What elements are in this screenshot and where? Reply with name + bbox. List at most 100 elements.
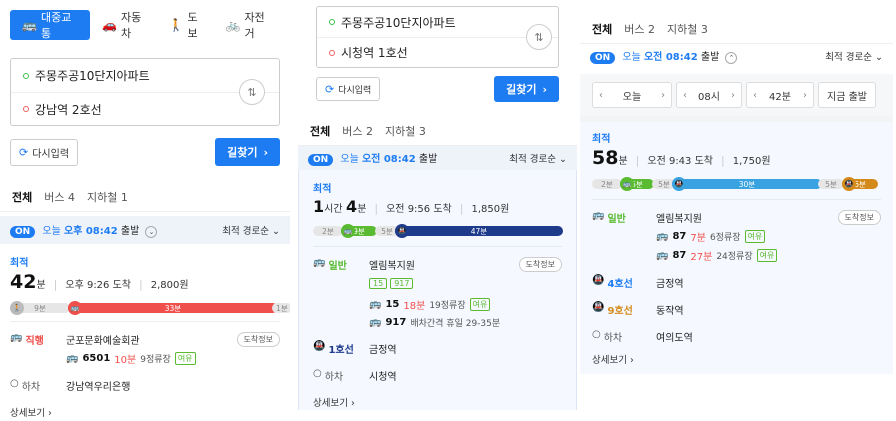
step-alight: ○ 하차 여의도역 <box>592 323 881 350</box>
tab-all[interactable]: 전체 <box>592 21 612 37</box>
chevron-left-icon: ‹ <box>599 89 603 101</box>
bus-chip[interactable]: 15 <box>369 278 388 289</box>
origin-field[interactable]: 주몽주공10단지아파트 <box>317 7 558 37</box>
result-tabs: 전체 버스 2 지하철 3 <box>580 14 893 44</box>
swap-icon[interactable]: ⇅ <box>526 24 552 50</box>
tab-all[interactable]: 전체 <box>310 123 330 139</box>
arrival-info-button[interactable]: 도착정보 <box>236 332 280 347</box>
fare: 1,850원 <box>471 204 510 215</box>
bus-icon: 🚌 <box>341 224 355 238</box>
arrival-info-button[interactable]: 도착정보 <box>837 210 881 225</box>
departure-time: 오전 08:42 <box>643 52 698 63</box>
sort-dropdown[interactable]: 최적 경로순 ⌄ <box>222 223 280 237</box>
step-alight: ○ 하차 강남역우리은행 <box>10 372 280 399</box>
departure-time-toggle[interactable]: ON 오늘 오전 08:42 출발 ⌃ <box>590 48 738 64</box>
tab-bus[interactable]: 버스 2 <box>342 123 373 139</box>
bus-eta: 7분 <box>690 233 706 244</box>
chevron-down-icon: ⌄ <box>272 226 280 237</box>
bus-number: 87 <box>672 231 687 242</box>
bus-chips: 15 917 <box>369 278 562 289</box>
origin-dot-icon <box>329 19 335 25</box>
arrival-info-button[interactable]: 도착정보 <box>518 257 562 272</box>
depart-now-button[interactable]: 지금 출발 <box>818 82 876 108</box>
mode-bike-button[interactable]: 🚲 자전거 <box>217 10 280 40</box>
destination-field[interactable]: 시청역 1호선 <box>317 37 558 67</box>
bus-number: 87 <box>672 250 687 261</box>
step-type-label: 🚌 직행 <box>10 332 44 347</box>
walk-segment: 5분 <box>818 179 844 189</box>
subway-icon: 🚇 <box>592 275 605 286</box>
hour-select[interactable]: ‹ 08시 › <box>676 82 742 108</box>
subway-icon: 🚇 <box>395 224 409 238</box>
details-link[interactable]: 상세보기 › <box>10 405 280 419</box>
route-steps: 🚌 일반 엘림복지원 🚌 87 7분 6정류장 여유 🚌 87 27분 24정류… <box>592 199 881 350</box>
bus-icon: 🚌 <box>68 301 82 315</box>
walk-segment: 2분 <box>313 226 343 236</box>
route-result-card[interactable]: 최적 1시간 4분 | 오전 9:56 도착 | 1,850원 2분 9분 🚌 … <box>298 170 577 410</box>
departure-time-toggle[interactable]: ON 오늘 오전 08:42 출발 <box>308 150 437 166</box>
fare: 2,800원 <box>150 280 189 291</box>
reset-button[interactable]: ⟳ 다시입력 <box>316 77 381 101</box>
alight-dot-icon: ○ <box>10 378 19 389</box>
chevron-up-icon: ⌃ <box>725 52 738 64</box>
destination-dot-icon <box>23 106 29 112</box>
tab-subway[interactable]: 지하철 3 <box>385 123 426 139</box>
destination-field[interactable]: 강남역 2호선 <box>11 92 279 125</box>
minute-select[interactable]: ‹ 42분 › <box>746 82 814 108</box>
route-timeline-bar: 2분 9분 🚌 5분 47분 🚇 <box>313 224 563 238</box>
bus-icon: 🚌 <box>369 317 382 328</box>
arrival-time: 오전 9:56 도착 <box>386 204 452 215</box>
mode-walk-button[interactable]: 🚶 도보 <box>161 10 214 40</box>
chevron-right-icon: › <box>803 89 807 101</box>
bus-eta: 27분 <box>690 252 713 263</box>
walk-icon: 🚶 <box>168 18 184 32</box>
tab-subway[interactable]: 지하철 1 <box>87 189 128 205</box>
on-badge: ON <box>590 52 616 64</box>
search-actions: ⟳ 다시입력 길찾기 › <box>0 126 290 166</box>
arrival-time: 오전 9:43 도착 <box>647 156 713 167</box>
walk-icon: 🚶 <box>10 301 24 315</box>
bus-segment: 33분 <box>68 303 278 313</box>
fare: 1,750원 <box>732 156 771 167</box>
bus-arrival-line: 🚌 87 7분 6정류장 여유 <box>656 229 881 244</box>
mode-transit-button[interactable]: 🚌 대중교통 <box>10 10 91 40</box>
departure-option-bar: ON 오늘 오전 08:42 출발 최적 경로순 ⌄ <box>298 146 577 170</box>
route-result-card[interactable]: 최적 58분 | 오전 9:43 도착 | 1,750원 2분 5분 🚌 5분 … <box>580 122 893 374</box>
route-result-card[interactable]: 최적 42분 | 오후 9:26 도착 | 2,800원 9분 🚶 33분 🚌 … <box>0 244 290 421</box>
boarding-stop: 금정역 <box>656 279 684 290</box>
reset-button[interactable]: ⟳ 다시입력 <box>10 138 79 166</box>
refresh-icon: ⟳ <box>19 145 29 159</box>
tab-bus[interactable]: 버스 4 <box>44 189 75 205</box>
subway-icon: 🚇 <box>313 341 326 352</box>
step-type-label: 🚇 9호선 <box>592 302 633 317</box>
subway-icon: 🚇 <box>592 302 605 313</box>
sort-dropdown[interactable]: 최적 경로순 ⌄ <box>825 49 883 63</box>
mode-car-button[interactable]: 🚗 자동차 <box>94 10 157 40</box>
search-button[interactable]: 길찾기 › <box>215 138 280 166</box>
chevron-right-icon: › <box>731 89 735 101</box>
details-link[interactable]: 상세보기 › <box>313 395 562 409</box>
walk-segment: 1분 <box>272 303 290 313</box>
result-tabs: 전체 버스 2 지하철 3 <box>298 116 577 146</box>
tab-bus[interactable]: 버스 2 <box>624 21 655 37</box>
details-link[interactable]: 상세보기 › <box>592 352 881 366</box>
bus-number: 917 <box>385 317 407 328</box>
tab-all[interactable]: 전체 <box>12 189 32 205</box>
departure-time-toggle[interactable]: ON 오늘 오후 08:42 출발 ⌄ <box>10 222 158 238</box>
chevron-down-icon: ⌄ <box>875 52 883 63</box>
step-subway: 🚇 4호선 금정역 <box>592 269 881 296</box>
tab-subway[interactable]: 지하철 3 <box>667 21 708 37</box>
on-badge: ON <box>308 154 334 166</box>
duration-value: 42 <box>10 271 37 293</box>
search-button[interactable]: 길찾기 › <box>494 76 559 102</box>
day-select[interactable]: ‹ 오늘 › <box>592 82 672 108</box>
sort-dropdown[interactable]: 최적 경로순 ⌄ <box>509 151 567 165</box>
swap-icon[interactable]: ⇅ <box>239 79 265 105</box>
departure-option-bar: ON 오늘 오전 08:42 출발 ⌃ 최적 경로순 ⌄ <box>580 44 893 68</box>
bus-chip[interactable]: 917 <box>390 278 414 289</box>
route-panel-cityhall: 주몽주공10단지아파트 시청역 1호선 ⇅ ⟳ 다시입력 길찾기 › 전체 버스 2… <box>298 0 577 410</box>
bus-arrival-line: 🚌 15 18분 19정류장 여유 <box>369 297 562 312</box>
walk-segment: 2분 <box>592 179 622 189</box>
bus-arrival-line: 🚌 6501 10분 9정류장 여유 <box>66 351 280 366</box>
boarding-stop: 금정역 <box>369 345 397 356</box>
